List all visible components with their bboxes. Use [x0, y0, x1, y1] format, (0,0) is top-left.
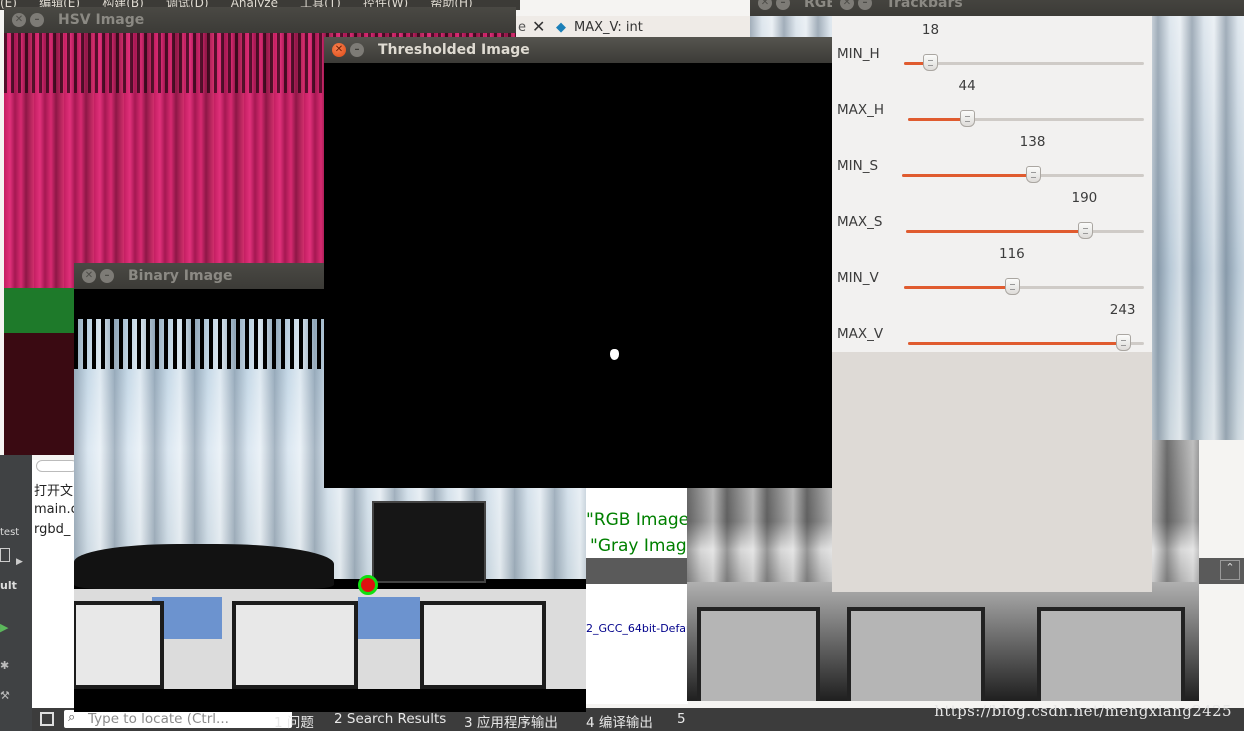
minimize-icon[interactable]: –	[350, 43, 364, 57]
sidebar-toggle-icon[interactable]	[40, 712, 54, 726]
trackbar-slider[interactable]	[902, 166, 1144, 183]
trackbar-rows: MIN_H 18 MAX_H 44 MIN_S 138 MAX_S 190 MIN_V 116 MA…	[832, 16, 1152, 352]
trackbar-slider[interactable]	[908, 334, 1144, 351]
current-symbol[interactable]: MAX_V: int	[574, 20, 643, 35]
close-icon[interactable]: ✕	[82, 269, 96, 283]
tracked-object-marker	[358, 575, 378, 595]
watermark: https://blog.csdn.net/mengxiang2425	[934, 702, 1232, 720]
kit-label: test	[0, 527, 20, 538]
trackbar-value: 116	[999, 246, 1025, 262]
close-icon[interactable]: ✕	[840, 0, 854, 10]
close-icon[interactable]: ✕	[532, 17, 545, 36]
trackbar-min-v: MIN_V 116	[832, 246, 1152, 308]
trackbar-value: 18	[921, 22, 940, 38]
threshold-blob	[610, 349, 619, 360]
monitor-icon[interactable]	[0, 548, 10, 562]
window-title: Thresholded Image	[378, 42, 530, 58]
debug-icon[interactable]: ✱	[0, 659, 9, 672]
code-editor[interactable]: "RGB Image "Gray Imag	[586, 488, 688, 558]
trackbar-value: 190	[1071, 190, 1098, 206]
build-icon[interactable]: ⚒	[0, 689, 10, 702]
tab-search-results[interactable]: 2 Search Results	[334, 711, 446, 727]
trackbar-label: MAX_V	[837, 326, 884, 342]
chevron-right-icon[interactable]: ▶	[16, 557, 23, 567]
trackbar-slider[interactable]	[908, 110, 1144, 127]
locator-placeholder: Type to locate (Ctrl...	[88, 711, 229, 727]
thresholded-image-window[interactable]: ✕ – Thresholded Image	[324, 37, 836, 488]
slider-handle[interactable]	[1077, 222, 1093, 239]
trackbar-value: 243	[1109, 302, 1136, 318]
code-line: "Gray Imag	[590, 536, 687, 556]
file-item[interactable]: main.c	[34, 502, 78, 517]
slider-handle[interactable]	[1025, 166, 1041, 183]
kit-result-label: ult	[0, 579, 17, 592]
minimize-icon[interactable]: –	[30, 13, 44, 27]
trackbar-label: MIN_V	[837, 270, 879, 286]
trackbar-label: MAX_H	[837, 102, 885, 118]
close-icon[interactable]: ✕	[332, 43, 346, 57]
window-title: Binary Image	[128, 268, 233, 284]
trackbar-fill	[908, 342, 1123, 345]
trackbar-fill	[902, 174, 1033, 177]
tab-compile-output[interactable]: 4 编译输出	[586, 711, 653, 731]
thresholded-image-canvas	[324, 63, 836, 488]
trackbar-min-h: MIN_H 18	[832, 22, 1152, 84]
trackbar-min-s: MIN_S 138	[832, 134, 1152, 196]
drawer	[420, 601, 546, 689]
trackbar-label: MIN_H	[837, 46, 880, 62]
minimize-icon[interactable]: –	[776, 0, 790, 10]
window-title: HSV Image	[58, 12, 145, 28]
slider-handle[interactable]	[923, 54, 939, 71]
drawer	[847, 607, 985, 701]
bags	[74, 544, 334, 589]
trackbar-label: MIN_S	[837, 158, 879, 174]
window-title: Trackbars	[886, 0, 963, 11]
minimize-icon[interactable]: –	[858, 0, 872, 10]
drawer	[232, 601, 358, 689]
file-item[interactable]: rgbd_	[34, 522, 70, 537]
ide-mode-sidebar: test ▶ ult ▶ ✱ ⚒	[0, 455, 32, 731]
trackbar-max-h: MAX_H 44	[832, 78, 1152, 140]
scrollbar[interactable]	[36, 460, 78, 472]
tab-5[interactable]: 5	[677, 711, 686, 727]
hsv-titlebar[interactable]: ✕ – HSV Image	[4, 7, 516, 33]
trackbar-fill	[908, 118, 967, 121]
close-icon[interactable]: ✕	[758, 0, 772, 10]
open-documents-panel: 打开文 main.c rgbd_	[32, 460, 78, 710]
trackbar-max-s: MAX_S 190	[832, 190, 1152, 252]
compile-output: 2_GCC_64bit-Defau	[586, 584, 688, 704]
drawer	[697, 607, 820, 701]
minimize-icon[interactable]: –	[100, 269, 114, 283]
thresholded-titlebar[interactable]: ✕ – Thresholded Image	[324, 37, 836, 63]
close-icon[interactable]: ✕	[12, 13, 26, 27]
trackbars-titlebar[interactable]: ✕ – Trackbars	[832, 0, 1152, 16]
code-tab-fragment: e	[518, 20, 526, 35]
trackbar-slider[interactable]	[906, 222, 1144, 239]
trackbar-value: 138	[1019, 134, 1046, 150]
tab-issues[interactable]: 1 问题	[274, 711, 314, 731]
chevron-up-icon[interactable]: ⌃	[1220, 560, 1240, 580]
slider-handle[interactable]	[960, 110, 975, 127]
blue-panel	[358, 597, 420, 639]
drawer	[74, 601, 164, 689]
monitor	[372, 501, 486, 583]
trackbar-value: 44	[958, 78, 976, 94]
trackbar-slider[interactable]	[904, 278, 1144, 295]
drawer	[1037, 607, 1185, 701]
trackbar-slider[interactable]	[904, 54, 1144, 71]
symbol-icon: ◆	[556, 20, 566, 35]
trackbar-fill	[906, 230, 1085, 233]
output-text: 2_GCC_64bit-Defau	[586, 622, 688, 635]
tab-application-output[interactable]: 3 应用程序输出	[464, 711, 558, 731]
code-line: "RGB Image	[586, 510, 688, 530]
search-icon: ⌕	[68, 710, 76, 725]
trackbar-max-v: MAX_V 243	[832, 302, 1152, 364]
slider-handle[interactable]	[1115, 334, 1131, 351]
slider-handle[interactable]	[1005, 278, 1020, 295]
panel-title: 打开文	[34, 484, 74, 499]
trackbar-label: MAX_S	[837, 214, 883, 230]
run-icon[interactable]: ▶	[0, 621, 8, 634]
locator-input[interactable]: ⌕ Type to locate (Ctrl...	[64, 710, 292, 728]
trackbar-fill	[904, 286, 1012, 289]
